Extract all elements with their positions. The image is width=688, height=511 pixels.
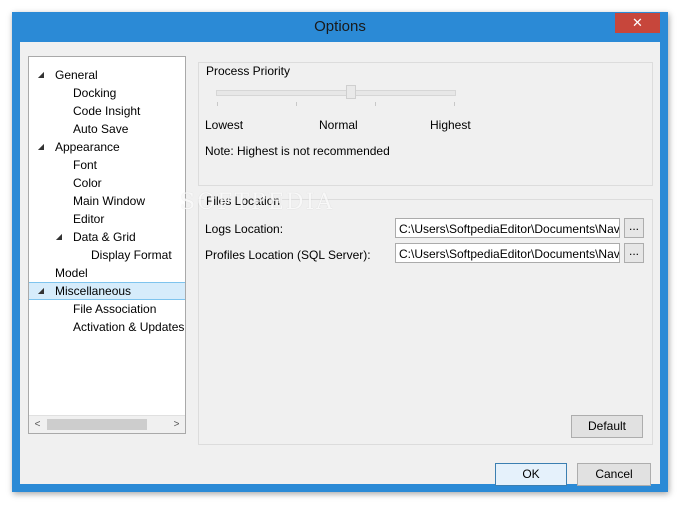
dialog-client: ◢ General Docking Code Insight Auto Save… [20,42,660,486]
tree-item-label: Auto Save [73,122,129,136]
tree-item-label: Activation & Updates [73,320,185,334]
tree-item-label: File Association [73,302,157,316]
cancel-button[interactable]: Cancel [577,463,651,486]
tree-item-label: Code Insight [73,104,141,118]
default-button[interactable]: Default [571,415,643,438]
slider-tick [454,102,455,106]
tree-item-activation-updates[interactable]: Activation & Updates [29,318,185,336]
slider-tick [375,102,376,106]
logs-location-input[interactable]: C:\Users\SoftpediaEditor\Documents\Navic… [395,218,620,238]
tree-item-main-window[interactable]: Main Window [29,192,185,210]
profiles-location-label: Profiles Location (SQL Server): [205,248,371,262]
tree-item-color[interactable]: Color [29,174,185,192]
profiles-browse-button[interactable]: ... [624,243,644,263]
scrollbar-thumb[interactable] [47,419,147,430]
tree-item-display-format[interactable]: Display Format [29,246,185,264]
ok-button[interactable]: OK [495,463,567,486]
close-button[interactable]: ✕ [615,13,660,33]
tree-item-appearance[interactable]: ◢ Appearance [29,138,185,156]
tree-item-label: Miscellaneous [55,284,132,298]
profiles-location-input[interactable]: C:\Users\SoftpediaEditor\Documents\Navic… [395,243,620,263]
options-window: Options ✕ ◢ General Docking Code Insight… [12,12,668,492]
tree-item-label: Appearance [55,140,120,154]
tree-item-label: Data & Grid [73,230,136,244]
expand-arrow-icon[interactable]: ◢ [35,138,47,156]
priority-label-highest: Highest [430,118,471,132]
priority-note: Note: Highest is not recommended [205,144,390,158]
tree-item-miscellaneous[interactable]: ◢ Miscellaneous [29,282,185,300]
tree-item-label: Docking [73,86,117,100]
tree-horizontal-scrollbar[interactable]: < > [29,415,185,433]
category-tree[interactable]: ◢ General Docking Code Insight Auto Save… [28,56,186,434]
watermark-text: SOFTPEDIA [180,190,335,215]
expand-arrow-icon[interactable]: ◢ [35,66,47,84]
logs-browse-button[interactable]: ... [624,218,644,238]
scroll-right-button[interactable]: > [168,416,185,433]
tree-item-label: Main Window [73,194,146,208]
tree-item-font[interactable]: Font [29,156,185,174]
expand-arrow-icon[interactable]: ◢ [35,283,47,299]
slider-tick [296,102,297,106]
priority-slider-thumb[interactable] [346,85,356,99]
process-priority-group [198,62,653,186]
tree-item-file-association[interactable]: File Association [29,300,185,318]
tree-item-data-grid[interactable]: ◢ Data & Grid [29,228,185,246]
process-priority-title: Process Priority [204,64,293,78]
tree-item-label: Font [73,158,98,172]
tree-item-editor[interactable]: Editor [29,210,185,228]
tree-item-auto-save[interactable]: Auto Save [29,120,185,138]
slider-tick [217,102,218,106]
tree-item-label: Display Format [91,248,172,262]
logs-location-label: Logs Location: [205,222,284,236]
priority-slider-track[interactable] [216,90,456,96]
tree-item-docking[interactable]: Docking [29,84,185,102]
scroll-left-button[interactable]: < [29,416,46,433]
tree-item-general[interactable]: ◢ General [29,66,185,84]
tree-item-label: Model [55,266,88,280]
tree-item-code-insight[interactable]: Code Insight [29,102,185,120]
close-icon: ✕ [632,15,643,30]
expand-arrow-icon[interactable]: ◢ [53,228,65,246]
tree-item-label: General [55,68,98,82]
window-title: Options [314,18,366,35]
priority-label-lowest: Lowest [205,118,244,132]
tree-item-label: Color [73,176,102,190]
tree-item-label: Editor [73,212,105,226]
tree-item-model[interactable]: Model [29,264,185,282]
priority-label-normal: Normal [319,118,358,132]
